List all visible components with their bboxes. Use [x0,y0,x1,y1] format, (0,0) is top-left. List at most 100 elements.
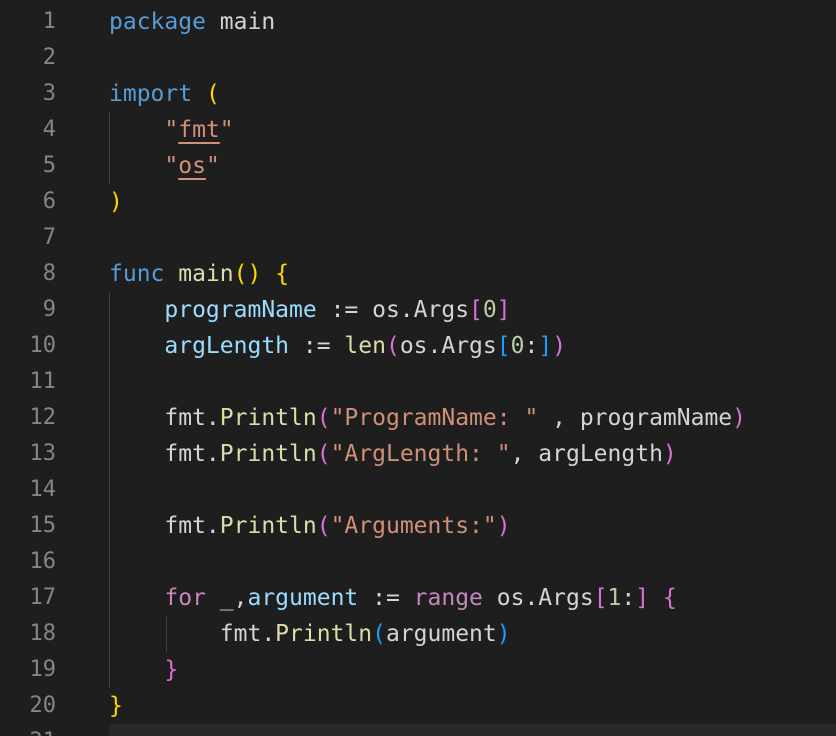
code-token: " [219,117,234,143]
code-token: argLength [164,333,290,359]
code-token: os.Args [482,585,594,611]
code-token: ( [316,441,331,467]
code-token: } [109,693,123,719]
line-number: 17 [29,585,57,610]
code-token: [ [593,585,608,611]
code-token: , programName [538,405,733,431]
code-line[interactable]: package main [109,4,275,40]
code-token: ) [662,441,677,467]
code-token: os.Args [399,333,497,359]
code-token: := [358,585,414,611]
code-token: " [205,153,220,179]
code-line[interactable]: "fmt" [109,112,234,148]
code-token: ( [205,81,220,107]
code-token: " [164,117,179,143]
code-token: ) [496,621,511,647]
code-line[interactable]: "os" [109,148,220,184]
code-token: [ [469,297,483,323]
code-token: len [344,333,386,359]
code-token: := os.Args [316,297,470,323]
code-token: " [164,153,179,179]
code-token: "Arguments:" [330,513,497,539]
code-line[interactable]: for _,argument := range os.Args[1:] { [109,580,677,616]
code-token: ] [496,297,511,323]
code-token: fmt [178,117,220,143]
code-token: programName [164,297,317,323]
line-number: 20 [29,693,57,718]
code-line[interactable]: argLength := len(os.Args[0:]) [109,328,566,364]
code-line[interactable]: } [109,652,178,688]
code-token: 1 [607,585,622,611]
line-number-gutter[interactable]: 123456789101112131415161718192021 [0,0,80,736]
code-token: argument [385,621,497,647]
line-number: 16 [29,549,57,574]
code-token: ] [538,333,553,359]
code-token: ) [552,333,567,359]
code-token: main [205,9,276,35]
code-token: ) [109,189,123,215]
code-token: fmt. [109,441,220,467]
code-line[interactable]: fmt.Println("ArgLength: ", argLength) [109,436,677,472]
code-line[interactable]: import ( [109,76,220,112]
line-number: 21 [0,724,57,736]
line-number: 9 [42,297,56,322]
code-token: fmt. [109,405,220,431]
code-line[interactable]: fmt.Println("ProgramName: " , programNam… [109,400,746,436]
line-number: 18 [29,621,57,646]
line-number: 5 [42,153,56,178]
code-token: := [289,333,345,359]
code-line[interactable]: programName := os.Args[0] [109,292,511,328]
code-token: { [662,585,677,611]
code-token: range [413,585,483,611]
line-number: 3 [42,81,56,106]
line-number: 4 [42,117,56,142]
code-token: Println [275,621,373,647]
code-token: argument [247,585,359,611]
line-number: 13 [29,441,57,466]
code-line[interactable]: ) [109,184,123,220]
code-token: ) [496,513,511,539]
code-token: main [178,261,234,287]
code-token: Println [219,405,317,431]
code-token: ] [635,585,650,611]
line-number: 11 [29,369,57,394]
code-token: "ProgramName: " [330,405,539,431]
line-number: 8 [42,261,56,286]
code-editor[interactable]: 123456789101112131415161718192021 packag… [0,0,836,736]
code-token: for [164,585,206,611]
code-token: package [109,9,206,35]
line-number: 10 [29,333,57,358]
code-token: ( [372,621,386,647]
code-token: } [164,657,179,683]
code-token: ( [316,513,331,539]
code-token: fmt. [109,621,276,647]
code-token: import [109,81,193,107]
code-token: 0 [482,297,497,323]
code-line[interactable]: fmt.Println("Arguments:") [109,508,511,544]
code-area[interactable]: package main import ( "fmt" "os") func mai… [109,0,836,736]
line-number: 19 [29,657,57,682]
code-token: _, [205,585,248,611]
code-token: Println [219,441,317,467]
code-token: fmt. [109,513,220,539]
code-line[interactable]: } [109,688,123,724]
code-token: Println [219,513,317,539]
line-number: 14 [29,477,57,502]
line-number: 12 [29,405,57,430]
code-token: { [275,261,290,287]
code-token: : [621,585,636,611]
code-token: () [233,261,262,287]
code-token: "ArgLength: " [330,441,511,467]
code-token: 0 [510,333,525,359]
line-number: 7 [42,225,56,250]
line-number: 1 [42,9,56,34]
code-line[interactable]: fmt.Println(argument) [109,616,511,652]
code-line[interactable]: func main() { [109,256,289,292]
